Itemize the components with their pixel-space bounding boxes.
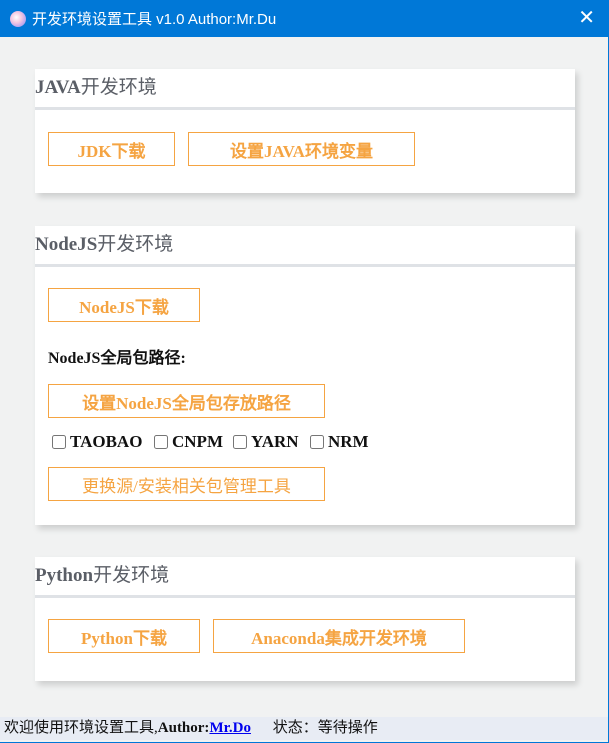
nrm-checkbox[interactable] <box>310 435 324 449</box>
cnpm-checkbox[interactable] <box>154 435 168 449</box>
anaconda-button[interactable]: Anaconda集成开发环境 <box>213 619 465 653</box>
nodejs-title-rest: 开发环境 <box>97 234 174 255</box>
yarn-label: YARN <box>251 432 299 451</box>
java-title-rest: 开发环境 <box>80 77 157 98</box>
python-title-rest: 开发环境 <box>93 565 170 586</box>
python-panel: Python开发环境 Python下载 Anaconda集成开发环境 <box>35 557 575 681</box>
nodejs-panel: NodeJS开发环境 NodeJS下载 NodeJS全局包路径: 设置NodeJ… <box>35 226 575 525</box>
python-download-button[interactable]: Python下载 <box>48 619 200 653</box>
taobao-checkbox[interactable] <box>52 435 66 449</box>
welcome-text: 欢迎使用环境设置工具, <box>4 720 158 736</box>
checkbox-yarn[interactable]: YARN <box>233 432 299 452</box>
author-link[interactable]: Mr.Do <box>209 720 251 736</box>
checkbox-nrm[interactable]: NRM <box>310 432 369 452</box>
window-title: 开发环境设置工具 v1.0 Author:Mr.Du <box>32 11 277 28</box>
author-label: Author: <box>157 720 210 736</box>
set-java-env-button[interactable]: 设置JAVA环境变量 <box>188 132 415 166</box>
change-source-button[interactable]: 更换源/安装相关包管理工具 <box>48 467 325 501</box>
java-panel-header: JAVA开发环境 <box>35 69 575 110</box>
taobao-label: TAOBAO <box>70 432 143 451</box>
status-text: 状态：等待操作 <box>272 720 378 736</box>
title-bar: 开发环境设置工具 v1.0 Author:Mr.Du ✕ <box>0 0 609 37</box>
cnpm-label: CNPM <box>172 432 223 451</box>
nodejs-download-button[interactable]: NodeJS下载 <box>48 288 200 322</box>
checkbox-taobao[interactable]: TAOBAO <box>52 432 142 452</box>
nodejs-title-bold: NodeJS <box>35 234 98 255</box>
close-icon[interactable]: ✕ <box>578 8 595 28</box>
set-global-path-button[interactable]: 设置NodeJS全局包存放路径 <box>48 384 325 418</box>
yarn-checkbox[interactable] <box>233 435 247 449</box>
checkbox-cnpm[interactable]: CNPM <box>154 432 223 452</box>
global-path-label: NodeJS全局包路径: <box>48 350 186 367</box>
nodejs-panel-header: NodeJS开发环境 <box>35 226 575 267</box>
jdk-download-button[interactable]: JDK下载 <box>48 132 175 166</box>
python-panel-header: Python开发环境 <box>35 557 575 598</box>
status-bar: 欢迎使用环境设置工具,Author:Mr.Do 状态：等待操作 <box>0 717 608 740</box>
java-title-bold: JAVA <box>35 77 81 98</box>
app-icon <box>10 10 26 27</box>
java-panel: JAVA开发环境 JDK下载 设置JAVA环境变量 <box>35 69 575 193</box>
nrm-label: NRM <box>328 432 369 451</box>
python-title-bold: Python <box>35 565 94 586</box>
